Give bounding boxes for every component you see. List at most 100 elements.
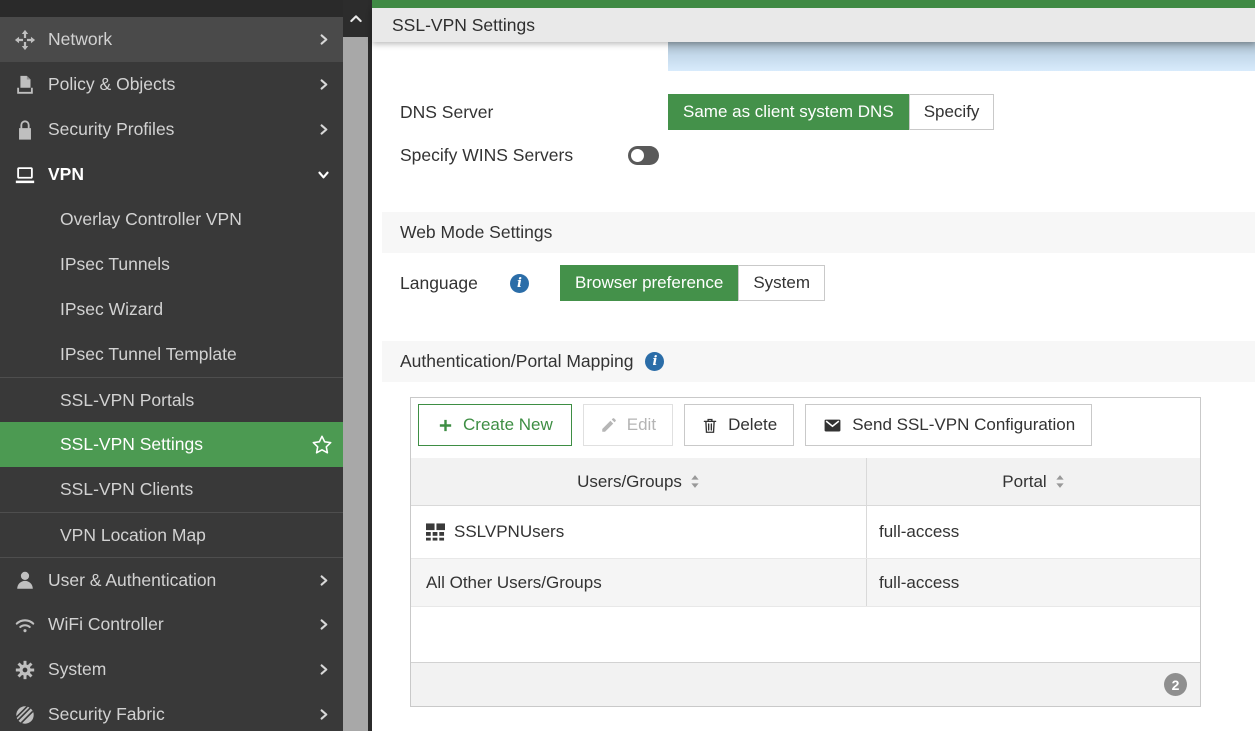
- star-icon[interactable]: [311, 434, 333, 456]
- wins-servers-toggle[interactable]: [628, 146, 659, 165]
- envelope-icon: [824, 419, 841, 431]
- sidebar-item-sslvpn-clients[interactable]: SSL-VPN Clients: [0, 467, 343, 512]
- send-sslvpn-configuration-label: Send SSL-VPN Configuration: [852, 415, 1076, 434]
- scroll-up-icon[interactable]: [343, 0, 368, 37]
- create-new-label: Create New: [463, 415, 553, 434]
- create-new-button[interactable]: Create New: [418, 404, 572, 446]
- chevron-right-icon: [316, 122, 331, 137]
- portal-mapping-toolbar: Create New Edit Delete Send SSL-VPN Conf…: [411, 398, 1200, 458]
- edit-button[interactable]: Edit: [582, 404, 674, 446]
- user-group-grid-icon: [426, 523, 445, 541]
- chevron-right-icon: [316, 77, 331, 92]
- portal-mapping-heading: Authentication/Portal Mapping: [400, 351, 634, 371]
- sidebar-item-overlay-controller-vpn[interactable]: Overlay Controller VPN: [0, 197, 343, 242]
- language-system-button[interactable]: System: [738, 265, 826, 301]
- chevron-right-icon: [316, 573, 331, 588]
- sidebar-item-sslvpn-settings[interactable]: SSL-VPN Settings: [0, 422, 343, 467]
- chevron-right-icon: [316, 32, 331, 47]
- delete-button[interactable]: Delete: [684, 404, 795, 446]
- edit-label: Edit: [626, 415, 657, 434]
- scrolled-field-remnant: [668, 42, 1255, 71]
- table-row[interactable]: All Other Users/Groups full-access: [411, 559, 1200, 607]
- language-browser-preference-button[interactable]: Browser preference: [560, 265, 739, 301]
- dns-server-label: DNS Server: [400, 102, 494, 122]
- column-header-users-groups[interactable]: Users/Groups: [411, 458, 866, 505]
- portal-value: full-access: [879, 522, 960, 541]
- sidebar-item-ipsec-wizard[interactable]: IPsec Wizard: [0, 287, 343, 332]
- language-info-icon[interactable]: i: [510, 274, 529, 293]
- sidebar-item-label: SSL-VPN Settings: [60, 434, 203, 454]
- move-icon: [14, 29, 36, 51]
- table-footer: 2: [411, 662, 1200, 706]
- column-header-label: Portal: [1002, 471, 1047, 491]
- sidebar-item-network[interactable]: Network: [0, 17, 343, 62]
- sidebar-item-label: Security Profiles: [48, 119, 175, 139]
- sidebar-item-vpn[interactable]: VPN: [0, 152, 343, 197]
- portal-cell: full-access: [866, 506, 1200, 558]
- sidebar-item-label: Security Fabric: [48, 704, 165, 724]
- sidebar-item-label: Network: [48, 29, 113, 49]
- sidebar-item-label: SSL-VPN Portals: [60, 389, 195, 410]
- sidebar-scrollbar[interactable]: [343, 0, 368, 731]
- gear-icon: [14, 659, 36, 681]
- security-fabric-icon: [14, 704, 36, 726]
- chevron-right-icon: [316, 617, 331, 632]
- sidebar-item-ipsec-tunnels[interactable]: IPsec Tunnels: [0, 242, 343, 287]
- table-header-row: Users/Groups Portal: [411, 458, 1200, 506]
- page-titlebar: SSL-VPN Settings: [372, 8, 1255, 42]
- sidebar-item-security-fabric[interactable]: Security Fabric: [0, 692, 343, 731]
- sidebar-item-ipsec-tunnel-template[interactable]: IPsec Tunnel Template: [0, 332, 343, 377]
- portal-value: full-access: [879, 572, 960, 592]
- sidebar-item-label: VPN: [48, 164, 84, 184]
- toggle-knob: [631, 149, 644, 162]
- sidebar-item-policy-objects[interactable]: Policy & Objects: [0, 62, 343, 107]
- row-count-badge: 2: [1164, 673, 1187, 696]
- laptop-icon: [14, 164, 36, 186]
- sidebar-item-label: User & Authentication: [48, 569, 217, 590]
- top-green-strip: [372, 0, 1255, 8]
- sort-icon: [691, 475, 699, 488]
- scrollbar-thumb[interactable]: [343, 37, 368, 731]
- sidebar-item-label: IPsec Wizard: [60, 299, 164, 319]
- column-header-portal[interactable]: Portal: [866, 458, 1200, 505]
- chevron-right-icon: [316, 707, 331, 722]
- sort-icon: [1056, 475, 1064, 488]
- sidebar-item-user-authentication[interactable]: User & Authentication: [0, 557, 343, 602]
- wifi-icon: [14, 614, 36, 636]
- sidebar-item-label: WiFi Controller: [48, 614, 164, 634]
- sidebar-top-spacer: [0, 0, 343, 17]
- portal-mapping-info-icon[interactable]: i: [645, 352, 665, 371]
- dns-specify-button[interactable]: Specify: [908, 94, 995, 130]
- users-groups-value: SSLVPNUsers: [454, 522, 565, 541]
- send-sslvpn-configuration-button[interactable]: Send SSL-VPN Configuration: [805, 404, 1093, 446]
- trash-icon: [703, 418, 717, 433]
- sidebar-item-security-profiles[interactable]: Security Profiles: [0, 107, 343, 152]
- portal-mapping-section-header: Authentication/Portal Mapping i: [382, 341, 1255, 382]
- language-segmented: Browser preference System: [560, 265, 826, 301]
- wins-servers-label: Specify WINS Servers: [400, 145, 574, 165]
- lock-icon: [14, 119, 36, 141]
- table-row[interactable]: SSLVPNUsers full-access: [411, 506, 1200, 559]
- sidebar-item-sslvpn-portals[interactable]: SSL-VPN Portals: [0, 377, 343, 422]
- sidebar-item-vpn-location-map[interactable]: VPN Location Map: [0, 512, 343, 557]
- portal-cell: full-access: [866, 559, 1200, 606]
- page-title: SSL-VPN Settings: [392, 14, 535, 35]
- plus-icon: [439, 419, 452, 431]
- sidebar-item-label: IPsec Tunnel Template: [60, 344, 237, 364]
- main-content: SSL-VPN Settings DNS Server Same as clie…: [372, 0, 1255, 731]
- sidebar-item-label: Overlay Controller VPN: [60, 209, 242, 229]
- chevron-down-icon: [316, 167, 331, 182]
- users-groups-cell: SSLVPNUsers: [411, 506, 866, 558]
- document-icon: [14, 74, 36, 96]
- column-header-label: Users/Groups: [577, 471, 682, 491]
- users-groups-value: All Other Users/Groups: [426, 572, 602, 592]
- dns-same-as-client-button[interactable]: Same as client system DNS: [668, 94, 909, 130]
- sidebar-item-label: System: [48, 659, 107, 679]
- sidebar-item-wifi-controller[interactable]: WiFi Controller: [0, 602, 343, 647]
- sidebar-item-system[interactable]: System: [0, 647, 343, 692]
- user-icon: [14, 569, 36, 591]
- web-mode-settings-heading: Web Mode Settings: [400, 222, 553, 242]
- table-empty-area: [411, 607, 1200, 662]
- pencil-icon: [602, 418, 616, 432]
- dns-server-segmented: Same as client system DNS Specify: [668, 94, 995, 130]
